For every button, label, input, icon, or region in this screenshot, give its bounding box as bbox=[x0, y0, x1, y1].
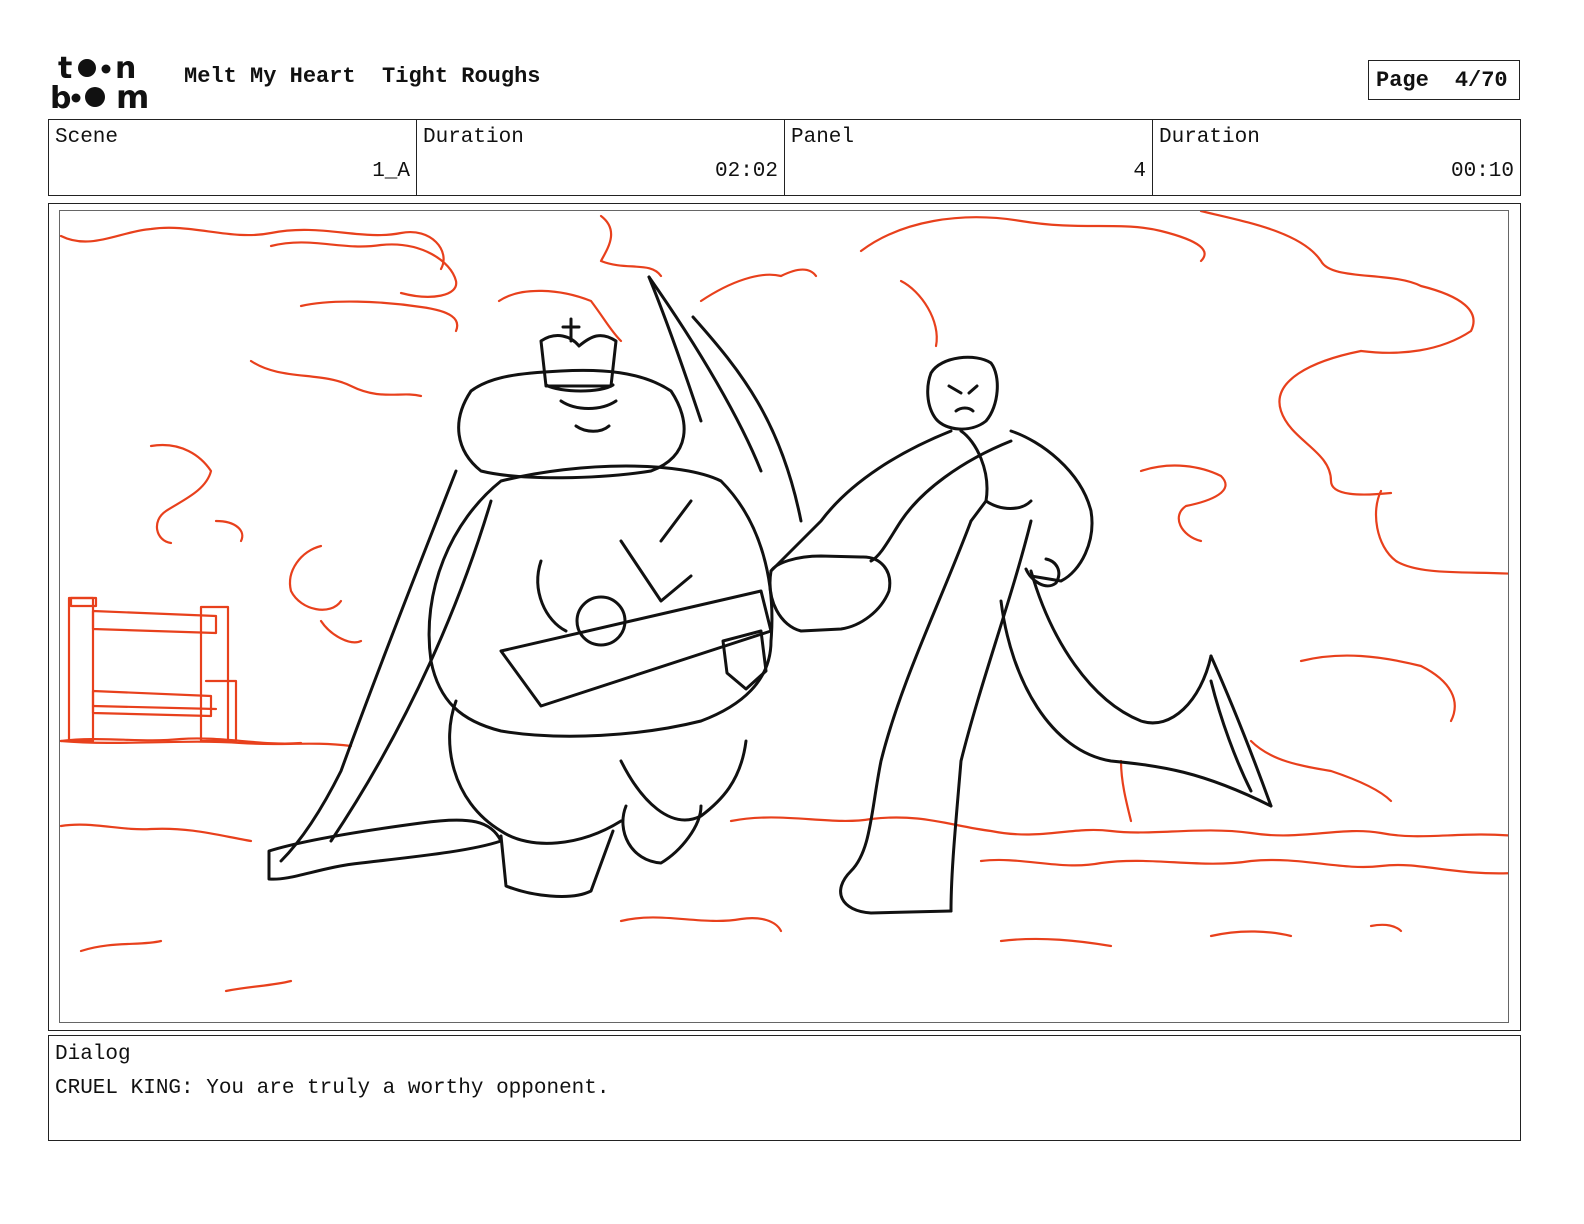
page-label: Page bbox=[1376, 67, 1429, 93]
page-indicator: Page 4/70 bbox=[1368, 60, 1520, 100]
page-number: 4/70 bbox=[1454, 67, 1508, 93]
section-title: Tight Roughs bbox=[382, 64, 541, 89]
svg-text:b: b bbox=[50, 81, 71, 112]
scene-cell: Scene 1_A bbox=[49, 120, 416, 195]
svg-text:m: m bbox=[116, 78, 149, 112]
background-sketch bbox=[60, 211, 1508, 993]
panel-cell: Panel 4 bbox=[784, 120, 1152, 195]
scene-duration-label: Duration bbox=[423, 126, 524, 149]
dialog-label: Dialog bbox=[55, 1043, 131, 1066]
panel-value: 4 bbox=[1133, 160, 1146, 183]
panel-duration-label: Duration bbox=[1159, 126, 1260, 149]
info-strip: Scene 1_A Duration 02:02 Panel 4 Duratio… bbox=[48, 119, 1521, 196]
scene-value: 1_A bbox=[372, 160, 410, 183]
scene-duration-value: 02:02 bbox=[714, 160, 778, 183]
panel-image bbox=[59, 210, 1509, 1023]
scene-duration-cell: Duration 02:02 bbox=[416, 120, 784, 195]
project-title: Melt My Heart Tight Roughs bbox=[184, 64, 540, 89]
scene-label: Scene bbox=[55, 126, 119, 149]
panel-duration-value: 00:10 bbox=[1450, 160, 1514, 183]
storyboard-sketch bbox=[60, 211, 1508, 993]
toon-boom-logo: t n b m bbox=[50, 50, 166, 116]
panel-duration-cell: Duration 00:10 bbox=[1152, 120, 1520, 195]
dialog-box: Dialog CRUEL KING: You are truly a worth… bbox=[48, 1035, 1521, 1141]
dialog-text: CRUEL KING: You are truly a worthy oppon… bbox=[55, 1077, 610, 1100]
panel-label: Panel bbox=[791, 126, 855, 149]
project-name: Melt My Heart bbox=[184, 64, 356, 89]
